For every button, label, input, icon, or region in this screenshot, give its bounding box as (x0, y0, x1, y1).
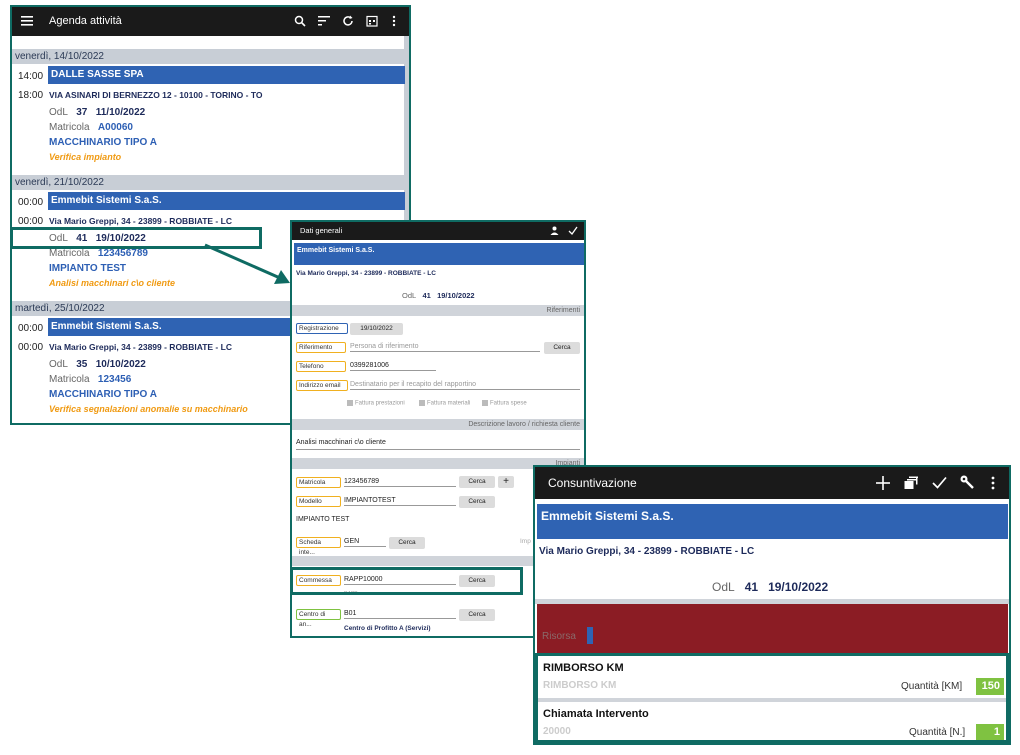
qty-value[interactable]: 150 (976, 678, 1004, 695)
centro-cerca-button[interactable]: Cerca (459, 609, 495, 621)
machine-name: MACCHINARIO TIPO A (49, 389, 157, 400)
time-start: 00:00 (18, 197, 44, 208)
arrow-icon (204, 243, 290, 284)
cons-odl-line: OdL 41 19/10/2022 (712, 580, 829, 594)
list-item[interactable]: Chiamata Intervento 20000 Quantità [N.] … (538, 702, 1006, 742)
time-end: 00:00 (18, 216, 44, 227)
item-title: Chiamata Intervento (543, 708, 649, 720)
matricola-line: Matricola 123456 (49, 374, 132, 385)
address: Via Mario Greppi, 34 - 23899 - ROBBIATE … (49, 216, 232, 226)
more-vert-icon[interactable] (991, 476, 995, 490)
time-end: 00:00 (18, 342, 44, 353)
modello-input[interactable]: IMPIANTOTEST (344, 496, 456, 506)
calendar-icon[interactable] (366, 15, 378, 27)
section-descrizione: Descrizione lavoro / richiesta cliente (292, 419, 584, 430)
check-icon[interactable] (568, 226, 578, 235)
time-end: 18:00 (18, 90, 44, 101)
commessa-highlight-box (290, 567, 523, 595)
centro-input[interactable]: B01 (344, 609, 456, 619)
telefono-input[interactable]: 0399281006 (350, 361, 436, 371)
customer-bar[interactable]: DALLE SASSE SPA (48, 66, 405, 84)
matricola-label: Matricola (296, 477, 341, 488)
qty-label: Quantità [N.] (909, 727, 966, 738)
fattura-materiali-checkbox[interactable]: Fattura materiali (419, 400, 470, 407)
date-header: venerdì, 14/10/2022 (12, 49, 408, 64)
activity-desc: Verifica segnalazioni anomalie su macchi… (49, 404, 248, 414)
registrazione-date-button[interactable]: 19/10/2022 (350, 323, 403, 335)
dati-title: Dati generali (300, 226, 343, 235)
more-vert-icon[interactable] (392, 15, 396, 27)
dati-customer-bar: Emmebit Sistemi S.a.S. (294, 243, 584, 265)
email-label: Indirizzo email (296, 380, 348, 391)
time-start: 00:00 (18, 323, 44, 334)
cons-customer-bar: Emmebit Sistemi S.a.S. (537, 504, 1008, 539)
matricola-line: Matricola A00060 (49, 122, 133, 133)
date-header: venerdì, 21/10/2022 (12, 175, 408, 190)
telefono-label: Telefono (296, 361, 346, 372)
email-input[interactable]: Destinatario per il recapito del rapport… (350, 380, 580, 390)
dati-topbar: Dati generali (292, 222, 584, 240)
descrizione-input[interactable]: Analisi macchinari c\o cliente (296, 438, 580, 450)
matricola-cerca-button[interactable]: Cerca (459, 476, 495, 488)
scheda-label: Scheda inte... (296, 537, 341, 556)
qty-value[interactable]: 1 (976, 724, 1004, 740)
dati-address: Via Mario Greppi, 34 - 23899 - ROBBIATE … (296, 270, 436, 277)
search-icon[interactable] (294, 15, 306, 27)
cons-topbar: Consuntivazione (535, 467, 1009, 499)
wrench-icon[interactable] (960, 475, 974, 489)
sort-icon[interactable] (318, 16, 330, 26)
add-impianto-button[interactable]: + (498, 476, 514, 488)
list-item[interactable]: RIMBORSO KM RIMBORSO KM Quantità [KM] 15… (538, 656, 1006, 698)
risorsa-indicator (587, 627, 593, 644)
matricola-line: Matricola 123456789 (49, 248, 148, 259)
dati-odl-line: OdL 41 19/10/2022 (402, 291, 475, 300)
fattura-prestazioni-checkbox[interactable]: Fattura prestazioni (347, 400, 405, 407)
item-code: RIMBORSO KM (543, 680, 617, 691)
cons-panel: Consuntivazione Emmebit Sistemi S.a.S. V… (533, 465, 1011, 745)
centro-label: Centro di an... (296, 609, 341, 628)
cons-address: Via Mario Greppi, 34 - 23899 - ROBBIATE … (539, 546, 755, 557)
address: VIA ASINARI DI BERNEZZO 12 - 10100 - TOR… (49, 90, 263, 100)
impianto-name: IMPIANTO TEST (296, 516, 350, 523)
activity-desc: Verifica impianto (49, 152, 122, 162)
scheda-cerca-button[interactable]: Cerca (389, 537, 425, 549)
address: Via Mario Greppi, 34 - 23899 - ROBBIATE … (49, 342, 232, 352)
activity-desc: Analisi macchinari c\o cliente (49, 278, 176, 288)
time-start: 14:00 (18, 71, 44, 82)
item-code: 20000 (543, 726, 571, 737)
qty-label: Quantità [KM] (901, 681, 963, 692)
risorsa-label: Risorsa (542, 631, 576, 642)
cons-title: Consuntivazione (548, 476, 637, 490)
impianto-partial-button[interactable]: Imp (520, 538, 531, 545)
agenda-title: Agenda attività (49, 15, 122, 27)
matricola-input[interactable]: 123456789 (344, 477, 456, 487)
customer-bar[interactable]: Emmebit Sistemi S.a.S. (48, 192, 405, 210)
risorsa-bar[interactable]: Risorsa (537, 604, 1008, 653)
item-title: RIMBORSO KM (543, 662, 624, 674)
refresh-icon[interactable] (342, 15, 354, 27)
centro-desc: Centro di Profitto A (Servizi) (344, 625, 431, 632)
check-icon[interactable] (932, 476, 947, 489)
section-riferimenti: Riferimenti (292, 305, 584, 316)
fattura-spese-checkbox[interactable]: Fattura spese (482, 400, 527, 407)
machine-name: MACCHINARIO TIPO A (49, 137, 157, 148)
modello-cerca-button[interactable]: Cerca (459, 496, 495, 508)
riferimento-cerca-button[interactable]: Cerca (544, 342, 580, 354)
add-icon[interactable] (876, 476, 890, 490)
modello-label: Modello (296, 496, 341, 507)
riferimento-label: Riferimento (296, 342, 346, 353)
riferimento-input[interactable]: Persona di riferimento (350, 342, 540, 352)
registrazione-label: Registrazione (296, 323, 348, 334)
odl-line: OdL 35 10/10/2022 (49, 359, 146, 370)
odl-line: OdL 37 11/10/2022 (49, 107, 146, 118)
scheda-input[interactable]: GEN (344, 537, 386, 547)
hamburger-menu-icon[interactable] (21, 15, 33, 27)
agenda-topbar: Agenda attività (12, 7, 409, 36)
copy-stack-icon[interactable] (904, 476, 918, 490)
person-icon[interactable] (550, 226, 559, 235)
machine-name: IMPIANTO TEST (49, 263, 127, 274)
items-box: RIMBORSO KM RIMBORSO KM Quantità [KM] 15… (535, 653, 1009, 743)
